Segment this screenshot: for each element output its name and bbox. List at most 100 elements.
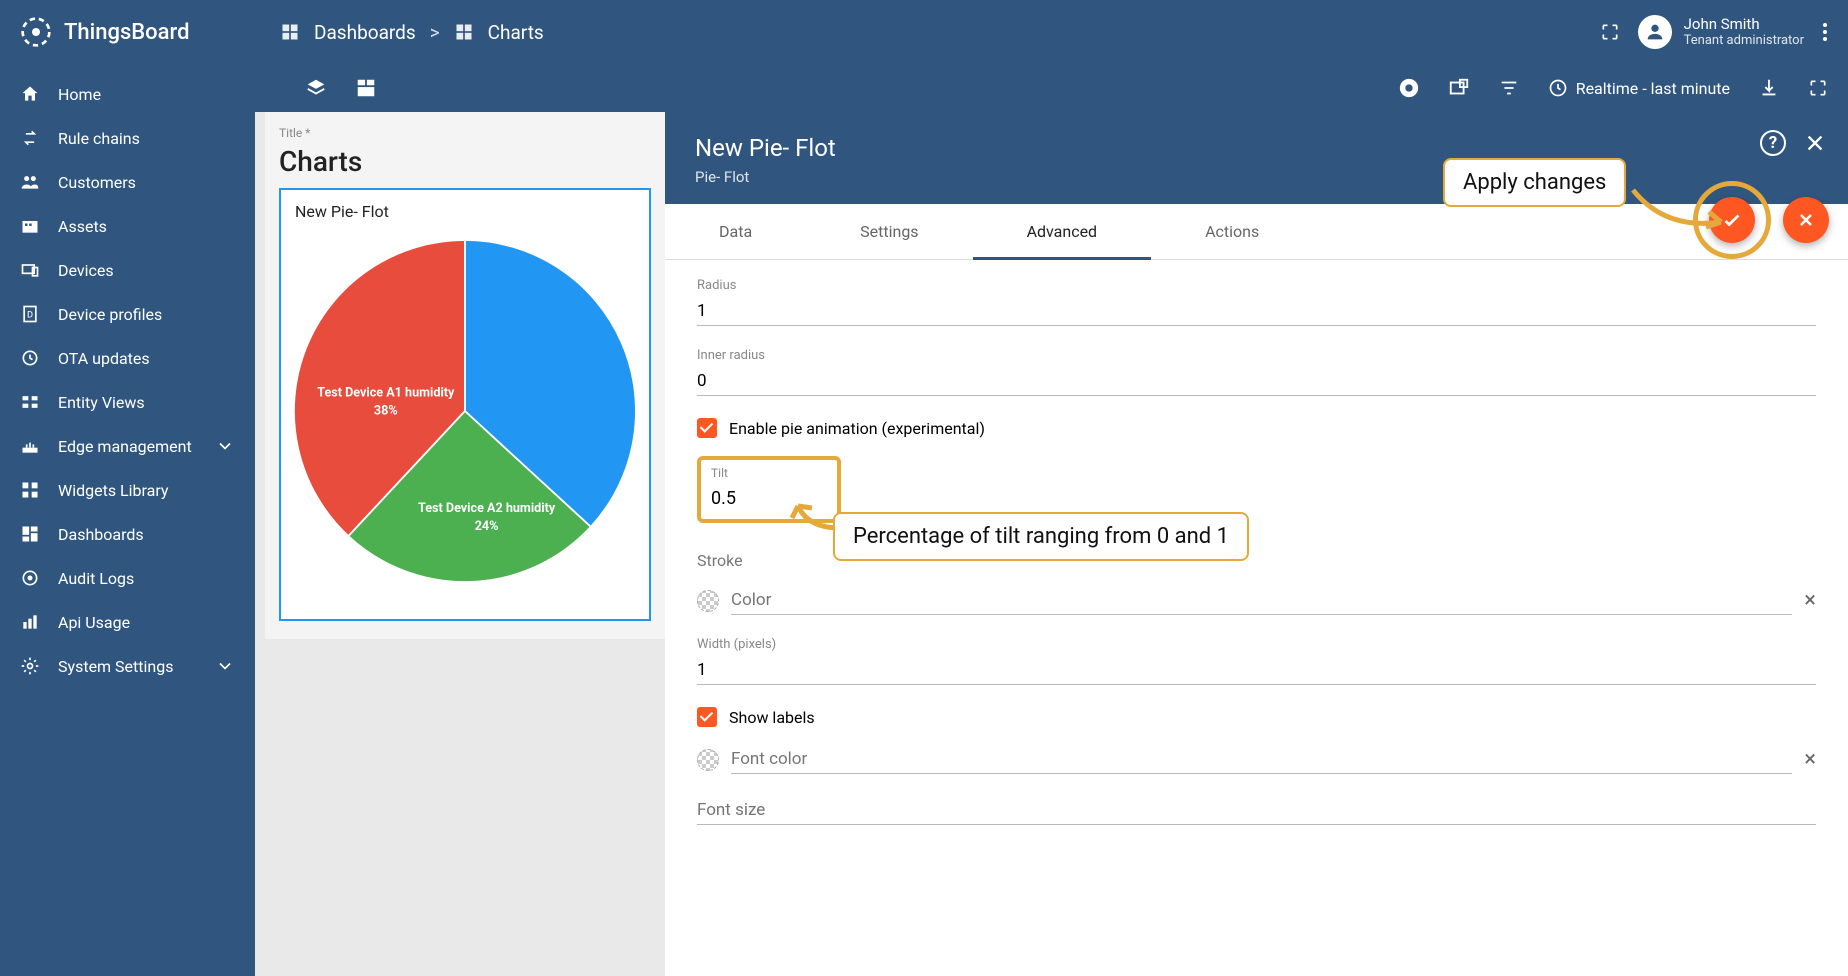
sidebar-item-label: Devices	[58, 261, 114, 280]
entity-alias-icon[interactable]	[1448, 77, 1470, 99]
tilt-input[interactable]	[711, 484, 771, 513]
cancel-button[interactable]	[1783, 197, 1829, 243]
svg-text:Test Device A1 humidity: Test Device A1 humidity	[317, 386, 455, 401]
apply-button[interactable]	[1709, 197, 1755, 243]
stroke-width-label: Width (pixels)	[697, 637, 1816, 652]
chart-preview-card: Title * Charts New Pie- Flot Test Device…	[265, 112, 665, 639]
view-icon	[20, 392, 40, 412]
sidebar-item-audit-logs[interactable]: Audit Logs	[0, 556, 255, 600]
widgets-icon	[20, 480, 40, 500]
editor-title: New Pie- Flot	[695, 134, 1818, 162]
sidebar-item-entity-views[interactable]: Entity Views	[0, 380, 255, 424]
update-icon	[20, 348, 40, 368]
dashboard-title: Charts	[279, 145, 651, 178]
sidebar-item-label: Audit Logs	[58, 569, 134, 588]
tab-settings[interactable]: Settings	[806, 204, 972, 259]
sidebar-item-label: Customers	[58, 173, 136, 192]
download-icon[interactable]	[1758, 77, 1780, 99]
radius-label: Radius	[697, 278, 1816, 293]
svg-text:38%: 38%	[374, 404, 398, 419]
sidebar-item-label: Dashboards	[58, 525, 144, 544]
sidebar-item-edge-management[interactable]: Edge management	[0, 424, 255, 468]
svg-text:24%: 24%	[475, 519, 499, 534]
sidebar-item-ota-updates[interactable]: OTA updates	[0, 336, 255, 380]
app-name: ThingsBoard	[64, 20, 189, 45]
breadcrumb-current[interactable]: Charts	[488, 21, 544, 44]
router-icon	[20, 436, 40, 456]
enable-animation-checkbox[interactable]	[697, 418, 717, 438]
sidebar-item-label: Device profiles	[58, 305, 162, 324]
layers-icon[interactable]	[305, 77, 327, 99]
breadcrumb-root[interactable]: Dashboards	[314, 21, 416, 44]
tab-advanced[interactable]: Advanced	[973, 204, 1152, 259]
user-role: Tenant administrator	[1684, 33, 1804, 49]
logo-icon	[20, 16, 52, 48]
expand-icon[interactable]	[1808, 78, 1828, 98]
show-labels-checkbox[interactable]	[697, 707, 717, 727]
sidebar-item-label: OTA updates	[58, 349, 150, 368]
sidebar-item-device-profiles[interactable]: D Device profiles	[0, 292, 255, 336]
domain-icon	[20, 216, 40, 236]
filter-icon[interactable]	[1498, 77, 1520, 99]
radius-input[interactable]	[697, 297, 1816, 326]
dashboard-icon	[280, 22, 300, 42]
sidebar-item-label: Api Usage	[58, 613, 130, 632]
sidebar: Home Rule chains Customers Assets Device…	[0, 64, 255, 976]
show-labels-label: Show labels	[729, 708, 815, 727]
chevron-down-icon	[215, 436, 235, 456]
sidebar-item-label: Assets	[58, 217, 107, 236]
close-icon[interactable]	[1804, 132, 1826, 154]
track-icon	[20, 568, 40, 588]
font-color-input[interactable]	[731, 745, 1792, 774]
help-icon[interactable]: ?	[1760, 130, 1786, 156]
title-field-label: Title *	[279, 126, 310, 140]
font-size-input[interactable]	[697, 796, 1816, 825]
sidebar-item-api-usage[interactable]: Api Usage	[0, 600, 255, 644]
clear-font-color-icon[interactable]: ×	[1804, 747, 1816, 772]
widget-preview[interactable]: New Pie- Flot Test Device A1 humidity 38…	[279, 188, 651, 621]
dashboards-icon	[20, 524, 40, 544]
sidebar-item-devices[interactable]: Devices	[0, 248, 255, 292]
tab-actions[interactable]: Actions	[1151, 204, 1313, 259]
people-icon	[20, 172, 40, 192]
time-selector[interactable]: Realtime - last minute	[1548, 78, 1730, 98]
stroke-color-swatch[interactable]	[697, 590, 719, 612]
sidebar-item-widgets-library[interactable]: Widgets Library	[0, 468, 255, 512]
stroke-color-input[interactable]	[731, 586, 1792, 615]
toolbar: Realtime - last minute	[255, 64, 1848, 112]
sidebar-item-label: Edge management	[58, 437, 192, 456]
breadcrumb: Dashboards > Charts	[280, 21, 544, 44]
fullscreen-icon[interactable]	[1600, 22, 1620, 42]
sidebar-item-label: Rule chains	[58, 129, 140, 148]
sidebar-item-customers[interactable]: Customers	[0, 160, 255, 204]
sidebar-item-rule-chains[interactable]: Rule chains	[0, 116, 255, 160]
font-color-swatch[interactable]	[697, 749, 719, 771]
sidebar-item-system-settings[interactable]: System Settings	[0, 644, 255, 688]
app-logo[interactable]: ThingsBoard	[20, 16, 255, 48]
more-icon[interactable]	[1822, 22, 1828, 42]
clear-stroke-color-icon[interactable]: ×	[1804, 588, 1816, 613]
sidebar-item-dashboards[interactable]: Dashboards	[0, 512, 255, 556]
sidebar-item-label: Home	[58, 85, 101, 104]
sidebar-item-assets[interactable]: Assets	[0, 204, 255, 248]
dashboard-icon	[454, 22, 474, 42]
inner-radius-input[interactable]	[697, 367, 1816, 396]
time-selector-label: Realtime - last minute	[1576, 79, 1730, 98]
user-menu[interactable]: John Smith Tenant administrator	[1638, 15, 1804, 49]
tilt-callout: Percentage of tilt ranging from 0 and 1	[833, 512, 1249, 561]
gear-icon	[20, 656, 40, 676]
clock-icon	[1548, 78, 1568, 98]
pie-chart: Test Device A1 humidity 38% Test Device …	[285, 231, 645, 591]
sidebar-item-home[interactable]: Home	[0, 72, 255, 116]
breadcrumb-separator: >	[430, 21, 440, 44]
grid-icon[interactable]	[355, 77, 377, 99]
tab-data[interactable]: Data	[665, 204, 806, 259]
svg-text:D: D	[27, 310, 33, 320]
tilt-field-highlight: Tilt	[697, 456, 841, 523]
enable-animation-label: Enable pie animation (experimental)	[729, 419, 985, 438]
chevron-down-icon	[215, 656, 235, 676]
stroke-width-input[interactable]	[697, 656, 1816, 685]
gear-icon[interactable]	[1398, 77, 1420, 99]
widget-title: New Pie- Flot	[281, 202, 649, 231]
profile-icon: D	[20, 304, 40, 324]
